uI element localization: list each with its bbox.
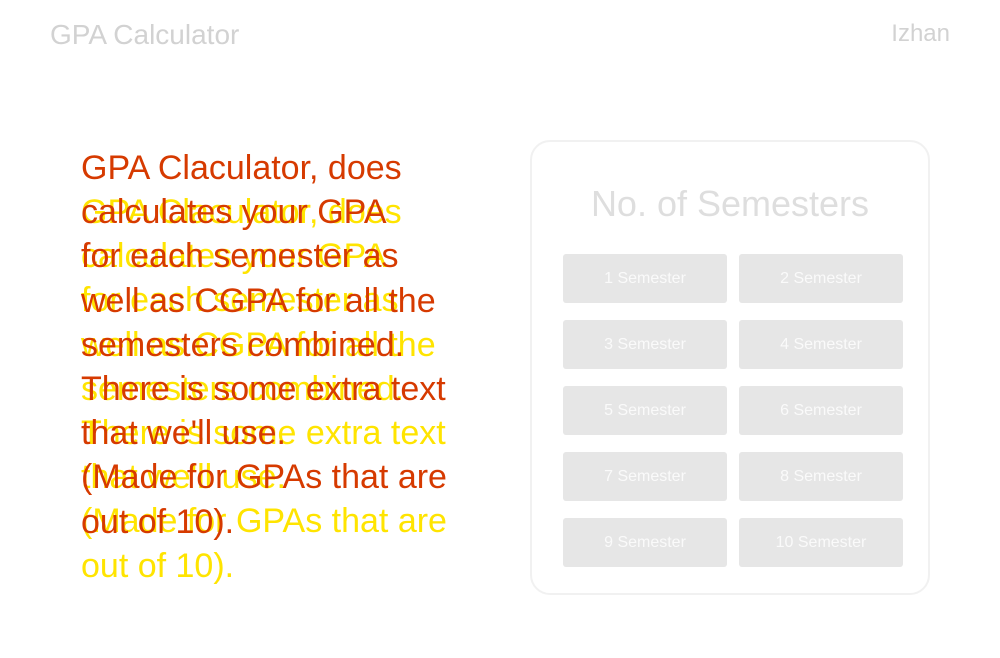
hero-line: There is some extra text [81, 370, 446, 409]
semester-9-button[interactable]: 9 Semester [563, 518, 727, 567]
app-title[interactable]: GPA Calculator [50, 17, 239, 53]
semester-4-button[interactable]: 4 Semester [739, 320, 903, 369]
hero-line: calculates your GPA [81, 193, 387, 232]
semester-7-button[interactable]: 7 Semester [563, 452, 727, 501]
hero-text: GPA Claculator, does calculates your GPA… [81, 146, 511, 544]
page: GPA Calculator Izhan GPA Claculator, doe… [0, 0, 1000, 658]
hero-shadow-line: out of 10). [81, 546, 235, 585]
user-name[interactable]: Izhan [891, 20, 950, 48]
hero-description: GPA Claculator, does calculates your GPA… [81, 146, 521, 606]
hero-line: for each semester as [81, 237, 399, 276]
semester-10-button[interactable]: 10 Semester [739, 518, 903, 567]
semester-3-button[interactable]: 3 Semester [563, 320, 727, 369]
semester-button-grid: 1 Semester 2 Semester 3 Semester 4 Semes… [563, 254, 903, 567]
hero-line: that we'll use. [81, 414, 286, 453]
semester-6-button[interactable]: 6 Semester [739, 386, 903, 435]
hero-line: semesters combined. [81, 325, 405, 364]
semester-5-button[interactable]: 5 Semester [563, 386, 727, 435]
semester-selector-card: No. of Semesters 1 Semester 2 Semester 3… [530, 140, 930, 595]
semester-8-button[interactable]: 8 Semester [739, 452, 903, 501]
hero-line: (Made for GPAs that are [81, 458, 447, 497]
semester-1-button[interactable]: 1 Semester [563, 254, 727, 303]
semester-selector-title: No. of Semesters [590, 183, 870, 224]
hero-line: well as CGPA for all the [81, 281, 436, 320]
hero-line: out of 10). [81, 502, 235, 541]
semester-2-button[interactable]: 2 Semester [739, 254, 903, 303]
hero-line: GPA Claculator, does [81, 149, 402, 187]
